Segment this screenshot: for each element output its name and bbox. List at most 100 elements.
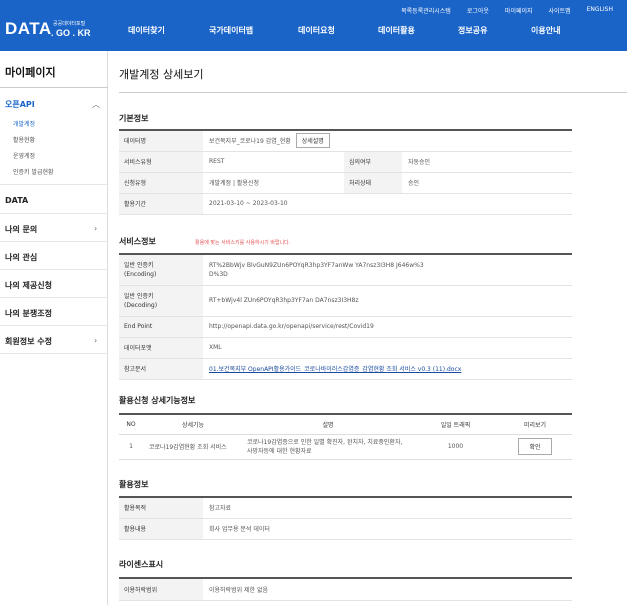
chevron-right-icon[interactable]: › (94, 336, 97, 345)
sidebar-item-my-inquiry[interactable]: 나의 문의 (5, 224, 37, 235)
divider (0, 241, 107, 242)
utility-links: 목록등록관리시스템 로그아웃 마이페이지 사이트맵 ENGLISH (401, 6, 627, 15)
site-logo[interactable]: DATA (5, 19, 52, 39)
row-preview-cell: 확인 (498, 434, 572, 460)
divider (0, 184, 107, 185)
encoding-key-value[interactable]: RT%2BbWjv BlvGuN9ZUn6POYqR3hp3YF7anWw YA… (209, 262, 424, 269)
label-decoding-key: 일반 인증키 (Decoding) (119, 285, 203, 317)
row-function-name: 코로나19감염현황 조회 서비스 (143, 434, 243, 460)
functions-table: NO 상세기능 설명 일일 트래픽 미리보기 1 코로나19감염현황 조회 서비… (119, 413, 572, 460)
sidebar-item-data[interactable]: DATA (5, 196, 28, 205)
preview-confirm-button[interactable]: 확인 (518, 438, 552, 455)
sidebar-item-edit-profile[interactable]: 회원정보 수정 (5, 336, 52, 347)
nav-data-use[interactable]: 데이터활용 (378, 25, 415, 36)
col-header-preview: 미리보기 (498, 414, 572, 435)
table-row: 1 코로나19감염현황 조회 서비스 코로나19감염증으로 인한 일별 확진자,… (119, 434, 572, 460)
process-status-value: 승인 (402, 172, 572, 194)
sidebar-item-my-provision[interactable]: 나의 제공신청 (5, 280, 52, 291)
label-apply-type: 신청유형 (119, 172, 203, 194)
reference-doc-link[interactable]: 01.보건복지부 OpenAPI활용가이드_코로나바이러스감염증_감염현황 조회… (209, 366, 461, 373)
nav-data-search[interactable]: 데이터찾기 (128, 25, 165, 36)
divider (119, 92, 627, 93)
col-header-traffic: 일일 트래픽 (413, 414, 498, 435)
label-data-name: 데이터명 (119, 130, 203, 152)
label-service-type: 서비스유형 (119, 151, 203, 173)
logo-subtitle: 공공데이터포털 (53, 21, 86, 27)
sidebar-item-my-interest[interactable]: 나의 관심 (5, 252, 37, 263)
data-format-value: XML (203, 337, 572, 359)
logo-domain: . GO . KR (51, 28, 91, 38)
endpoint-value[interactable]: http://openapi.data.go.kr/openapi/servic… (203, 316, 572, 338)
reference-doc-cell: 01.보건복지부 OpenAPI활용가이드_코로나바이러스감염증_감염현황 조회… (203, 358, 572, 380)
sidebar-item-my-dispute[interactable]: 나의 분쟁조정 (5, 308, 52, 319)
label-license-range: 이용허락범위 (119, 578, 203, 601)
basic-info-table: 데이터명 보건복지부_코로나19 감염_현황 상세설명 서비스유형 REST 심… (119, 129, 572, 215)
label-encoding-key: 일반 인증키 (Encoding) (119, 254, 203, 286)
review-value: 자동승인 (402, 151, 572, 173)
label-usage-content: 활용내용 (119, 518, 203, 540)
usage-purpose-value: 참고자료 (203, 497, 572, 519)
sidebar: 마이페이지 오픈API ︿ 개발계정 활용현황 운영계정 인증키 발급현황 DA… (0, 51, 108, 605)
label-process-status: 처리상태 (344, 172, 402, 194)
section-title-service: 서비스정보 (119, 237, 156, 246)
decoding-key-value[interactable]: RT+bWjv4l ZUn6POYqR3hp3YF7an DA7nsz3I3H8… (203, 285, 572, 317)
chevron-up-icon[interactable]: ︿ (92, 99, 100, 110)
label-reference-doc: 참고문서 (119, 358, 203, 380)
detail-description-button[interactable]: 상세설명 (295, 133, 330, 149)
nav-data-request[interactable]: 데이터요청 (298, 25, 335, 36)
service-key-notice: 활용에 맞는 서비스키를 사용하시기 바랍니다. (195, 240, 291, 246)
col-header-no: NO (119, 414, 143, 435)
usage-content-value: 회사 업무용 분석 데이터 (203, 518, 572, 540)
divider (0, 353, 107, 354)
nav-national-data-map[interactable]: 국가데이터맵 (209, 25, 253, 36)
data-name-cell: 보건복지부_코로나19 감염_현황 상세설명 (203, 130, 572, 152)
divider (0, 269, 107, 270)
label-usage-purpose: 활용목적 (119, 497, 203, 519)
chevron-right-icon[interactable]: › (94, 224, 97, 233)
util-link-logout[interactable]: 로그아웃 (467, 6, 489, 15)
section-title-license: 라이센스표시 (119, 560, 164, 569)
divider (0, 297, 107, 298)
label-data-format: 데이터포맷 (119, 337, 203, 359)
divider (0, 325, 107, 326)
row-no: 1 (119, 434, 143, 460)
section-title-usage: 활용정보 (119, 480, 149, 489)
col-header-function: 상세기능 (143, 414, 243, 435)
license-range-value: 이용허락범위 제한 없음 (203, 578, 572, 601)
util-link-english[interactable]: ENGLISH (587, 6, 613, 15)
license-table: 이용허락범위 이용허락범위 제한 없음 (119, 577, 572, 601)
util-link-admin[interactable]: 목록등록관리시스템 (401, 6, 451, 15)
label-usage-period: 활용기간 (119, 193, 203, 215)
label-decoding-key-line1: 일반 인증키 (124, 292, 154, 300)
sidebar-item-open-api[interactable]: 오픈API (5, 99, 35, 110)
sidebar-sub-key-status[interactable]: 인증키 발급현황 (13, 167, 54, 176)
site-header: DATA 공공데이터포털 . GO . KR 목록등록관리시스템 로그아웃 마이… (0, 0, 627, 51)
nav-info-share[interactable]: 정보공유 (458, 25, 487, 36)
label-decoding-key-line2: (Decoding) (124, 301, 158, 309)
apply-type-value: 개발계정 | 활용신청 (203, 172, 344, 194)
row-description: 코로나19감염증으로 인한 일별 확진자, 완치자, 치료중인환자, 사망자등에… (243, 434, 413, 460)
col-header-description: 설명 (243, 414, 413, 435)
label-review: 심의여부 (344, 151, 402, 173)
encoding-key-cell: RT%2BbWjv BlvGuN9ZUn6POYqR3hp3YF7anWw YA… (203, 254, 572, 286)
page-title: 개발계정 상세보기 (119, 68, 204, 81)
service-info-table: 일반 인증키 (Encoding) RT%2BbWjv BlvGuN9ZUn6P… (119, 253, 572, 380)
util-link-mypage[interactable]: 마이페이지 (505, 6, 533, 15)
label-encoding-key-line2: (Encoding) (124, 270, 157, 278)
usage-info-table: 활용목적 참고자료 활용내용 회사 업무용 분석 데이터 (119, 496, 572, 540)
sidebar-sub-usage-status[interactable]: 활용현황 (13, 135, 35, 144)
section-title-basic: 기본정보 (119, 114, 149, 123)
label-encoding-key-line1: 일반 인증키 (124, 261, 154, 269)
label-endpoint: End Point (119, 316, 203, 338)
usage-period-value: 2021-03-10 ~ 2023-03-10 (203, 193, 572, 215)
sidebar-sub-ops-account[interactable]: 운영계정 (13, 151, 35, 160)
nav-guide[interactable]: 이용안내 (531, 25, 560, 36)
divider (0, 213, 107, 214)
data-name-value: 보건복지부_코로나19 감염_현황 (209, 138, 291, 146)
row-traffic: 1000 (413, 434, 498, 460)
util-link-sitemap[interactable]: 사이트맵 (549, 6, 571, 15)
service-type-value: REST (203, 151, 344, 173)
section-title-functions: 활용신청 상세기능정보 (119, 396, 196, 405)
encoding-key-value-cont[interactable]: D%3D (209, 271, 228, 278)
sidebar-sub-dev-account[interactable]: 개발계정 (13, 119, 35, 128)
